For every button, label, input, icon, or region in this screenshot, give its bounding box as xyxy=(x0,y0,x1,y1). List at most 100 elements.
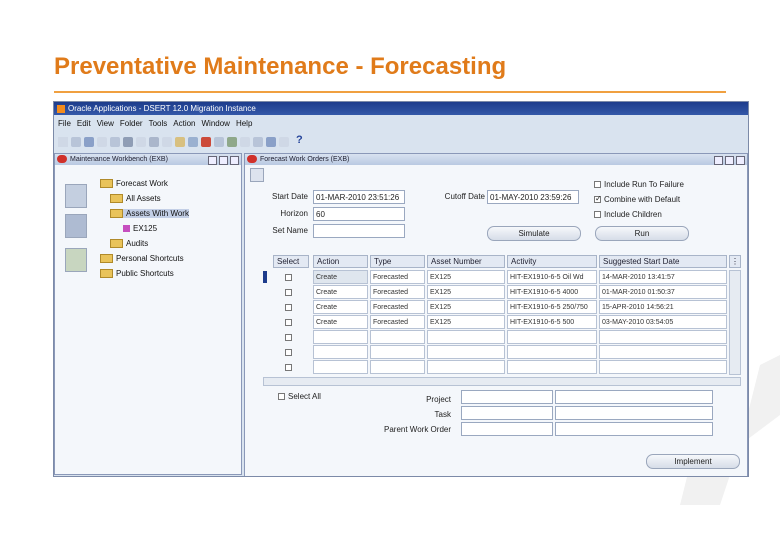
parent-work-order-field[interactable] xyxy=(461,422,553,436)
menu-edit[interactable]: Edit xyxy=(77,119,91,128)
tree-node-ex125[interactable]: EX125 xyxy=(123,224,157,233)
vertical-scrollbar[interactable] xyxy=(729,270,741,375)
menu-help[interactable]: Help xyxy=(236,119,252,128)
empty-cell[interactable] xyxy=(313,330,368,344)
table-cell[interactable]: 14-MAR-2010 13:41:57 xyxy=(599,270,727,284)
include-run-to-failure-checkbox[interactable] xyxy=(594,181,601,188)
empty-cell[interactable] xyxy=(427,360,505,374)
table-cell[interactable]: Forecasted xyxy=(370,300,425,314)
help-icon[interactable]: ? xyxy=(296,134,303,146)
row-select-checkbox[interactable] xyxy=(285,304,292,311)
empty-cell[interactable] xyxy=(370,360,425,374)
new-icon[interactable] xyxy=(58,137,68,147)
next-icon[interactable] xyxy=(97,137,107,147)
table-cell[interactable]: EX125 xyxy=(427,270,505,284)
empty-cell[interactable] xyxy=(599,330,727,344)
folder-tools-icon[interactable] xyxy=(266,137,276,147)
empty-cell[interactable] xyxy=(599,360,727,374)
table-cell[interactable]: 15-APR-2010 14:56:21 xyxy=(599,300,727,314)
translations-icon[interactable] xyxy=(240,137,250,147)
include-children-checkbox[interactable] xyxy=(594,211,601,218)
table-cell[interactable]: EX125 xyxy=(427,315,505,329)
col-activity[interactable]: Activity xyxy=(507,255,597,268)
tree-node-audits[interactable]: Audits xyxy=(110,239,148,249)
table-cell[interactable]: Forecasted xyxy=(370,285,425,299)
form-icon[interactable] xyxy=(250,168,264,182)
window-help-icon[interactable] xyxy=(279,137,289,147)
maximize-icon[interactable] xyxy=(725,155,734,165)
menu-tools[interactable]: Tools xyxy=(149,119,168,128)
menu-file[interactable]: File xyxy=(58,119,71,128)
close-icon[interactable] xyxy=(57,155,67,164)
table-cell[interactable]: Forecasted xyxy=(370,315,425,329)
table-cell[interactable]: HIT-EX1910-6-5 Oil Wd xyxy=(507,270,597,284)
table-cell[interactable]: Forecasted xyxy=(370,270,425,284)
table-cell[interactable]: Create xyxy=(313,270,368,284)
col-asset-number[interactable]: Asset Number xyxy=(427,255,505,268)
menu-window[interactable]: Window xyxy=(202,119,230,128)
project-field[interactable] xyxy=(461,390,553,404)
row-select-checkbox[interactable] xyxy=(285,364,292,371)
col-select[interactable]: Select xyxy=(273,255,309,268)
save-icon[interactable] xyxy=(84,137,94,147)
set-name-field[interactable] xyxy=(313,224,405,238)
tree-node-forecast-work[interactable]: Forecast Work xyxy=(100,179,168,189)
column-scroll-icon[interactable]: ⋮ xyxy=(729,255,741,268)
table-cell[interactable]: HIT-EX1910-6-5 4000 xyxy=(507,285,597,299)
tree-node-assets-with-work[interactable]: Assets With Work xyxy=(110,209,189,219)
menu-action[interactable]: Action xyxy=(173,119,195,128)
navigator-tab-2[interactable] xyxy=(65,214,87,238)
project-desc-field[interactable] xyxy=(555,390,713,404)
horizontal-scrollbar[interactable] xyxy=(263,377,741,386)
window-close-icon[interactable] xyxy=(736,155,745,165)
empty-cell[interactable] xyxy=(507,360,597,374)
row-select-checkbox[interactable] xyxy=(285,274,292,281)
table-cell[interactable]: 01-MAR-2010 01:50:37 xyxy=(599,285,727,299)
table-cell[interactable]: HIT-EX1910-6-5 500 xyxy=(507,315,597,329)
table-cell[interactable]: Create xyxy=(313,315,368,329)
print-icon[interactable] xyxy=(123,137,133,147)
parent-work-order-desc-field[interactable] xyxy=(555,422,713,436)
window-close-icon[interactable] xyxy=(230,155,239,165)
table-cell[interactable]: EX125 xyxy=(427,285,505,299)
row-select-checkbox[interactable] xyxy=(285,349,292,356)
menu-view[interactable]: View xyxy=(97,119,114,128)
empty-cell[interactable] xyxy=(507,345,597,359)
empty-cell[interactable] xyxy=(313,345,368,359)
empty-cell[interactable] xyxy=(313,360,368,374)
find-icon[interactable] xyxy=(71,137,81,147)
maximize-icon[interactable] xyxy=(219,155,228,165)
empty-cell[interactable] xyxy=(370,345,425,359)
minimize-icon[interactable] xyxy=(208,155,217,165)
simulate-button[interactable]: Simulate xyxy=(487,226,581,241)
close-icon[interactable] xyxy=(247,155,257,164)
implement-button[interactable]: Implement xyxy=(646,454,740,469)
switch-icon[interactable] xyxy=(110,137,120,147)
col-action[interactable]: Action xyxy=(313,255,368,268)
table-cell[interactable]: 03-MAY-2010 03:54:05 xyxy=(599,315,727,329)
paste-icon[interactable] xyxy=(175,137,185,147)
row-select-checkbox[interactable] xyxy=(285,334,292,341)
cut-icon[interactable] xyxy=(149,137,159,147)
table-cell[interactable]: EX125 xyxy=(427,300,505,314)
col-suggested-start-date[interactable]: Suggested Start Date xyxy=(599,255,727,268)
col-type[interactable]: Type xyxy=(370,255,425,268)
combine-default-checkbox[interactable]: ✓ xyxy=(594,194,602,203)
horizon-field[interactable]: 60 xyxy=(313,207,405,221)
empty-cell[interactable] xyxy=(427,345,505,359)
empty-cell[interactable] xyxy=(427,330,505,344)
attachments-icon[interactable] xyxy=(253,137,263,147)
empty-cell[interactable] xyxy=(507,330,597,344)
close-form-icon[interactable] xyxy=(136,137,146,147)
cutoff-date-field[interactable]: 01-MAY-2010 23:59:26 xyxy=(487,190,579,204)
navigator-tab-3[interactable] xyxy=(65,248,87,272)
row-select-checkbox[interactable] xyxy=(285,289,292,296)
table-cell[interactable]: Create xyxy=(313,300,368,314)
empty-cell[interactable] xyxy=(599,345,727,359)
tree-node-public-shortcuts[interactable]: Public Shortcuts xyxy=(100,269,174,279)
minimize-icon[interactable] xyxy=(714,155,723,165)
zoom-icon[interactable] xyxy=(227,137,237,147)
start-date-field[interactable]: 01-MAR-2010 23:51:26 xyxy=(313,190,405,204)
empty-cell[interactable] xyxy=(370,330,425,344)
edit-field-icon[interactable] xyxy=(214,137,224,147)
